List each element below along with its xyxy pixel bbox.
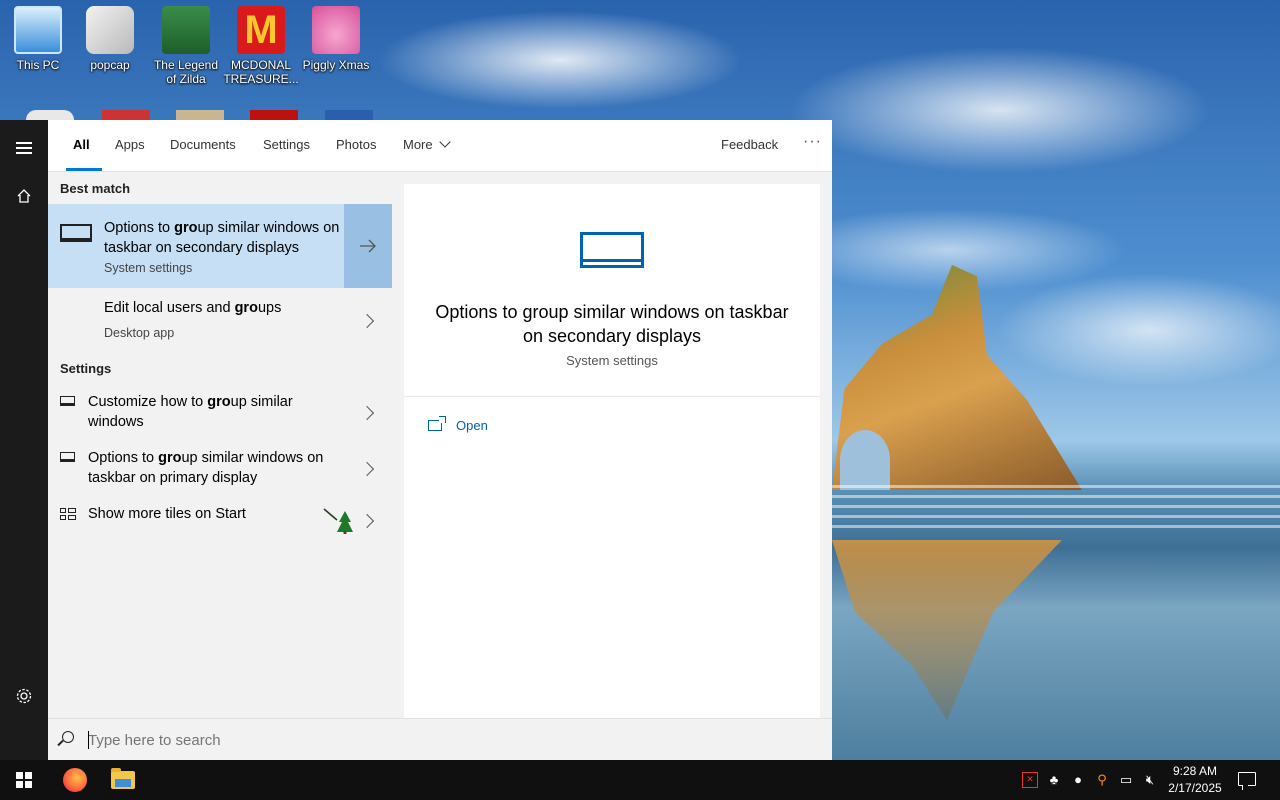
- preview-subtitle: System settings: [566, 353, 658, 368]
- search-panel: All Apps Documents Settings Photos More …: [48, 120, 832, 760]
- title-text: Show more tiles on Start: [88, 506, 246, 522]
- wallpaper-rock-arch: [840, 430, 890, 490]
- title-match: gro: [234, 300, 258, 316]
- settings-result-more-tiles[interactable]: Show more tiles on Start: [48, 498, 392, 544]
- desktop-icon-piggly-xmas[interactable]: Piggly Xmas: [298, 0, 374, 72]
- open-action[interactable]: Open: [428, 416, 488, 433]
- results-list: Best match Options to group similar wind…: [48, 172, 392, 718]
- arrow-right-icon: [360, 239, 376, 253]
- open-arrow-button[interactable]: [344, 204, 392, 288]
- text-caret: [88, 731, 89, 749]
- taskbar-file-explorer[interactable]: [99, 760, 147, 800]
- open-external-icon: [428, 416, 446, 431]
- monitor-icon: [60, 396, 75, 406]
- droplet-tray-icon[interactable]: ●: [1070, 772, 1086, 788]
- taskbar-clock[interactable]: 9:28 AM 2/17/2025: [1160, 763, 1230, 797]
- security-tray-icon[interactable]: ✕: [1022, 772, 1038, 788]
- chevron-right-icon[interactable]: [359, 405, 375, 421]
- title-text: ups: [257, 300, 282, 316]
- desktop-icon-label: The Legend of Zilda: [153, 58, 219, 86]
- tab-apps[interactable]: Apps: [115, 137, 145, 152]
- search-icon: [62, 731, 74, 743]
- best-match-subtitle: System settings: [104, 261, 193, 275]
- action-center-icon[interactable]: [1238, 772, 1256, 790]
- network-icon[interactable]: ▭: [1118, 772, 1134, 788]
- preview-divider: [404, 396, 820, 397]
- active-tab-indicator: [66, 168, 102, 171]
- result-title: Edit local users and groups: [104, 298, 364, 318]
- clock-date: 2/17/2025: [1168, 781, 1222, 795]
- search-box[interactable]: [48, 718, 832, 760]
- taskbar-firefox[interactable]: [51, 760, 99, 800]
- firefox-icon: [63, 768, 87, 792]
- tab-more[interactable]: More: [403, 136, 451, 152]
- feedback-link[interactable]: Feedback: [721, 137, 778, 152]
- desktop-icon-label: MCDONAL TREASURE...: [223, 58, 299, 86]
- app-result-edit-local-users[interactable]: Edit local users and groups Desktop app: [48, 292, 392, 350]
- best-match-title: Options to group similar windows on task…: [104, 218, 344, 258]
- title-text: Customize how to: [88, 394, 208, 410]
- pig-icon: [312, 6, 360, 54]
- home-icon[interactable]: [0, 172, 48, 220]
- preview-pane: Options to group similar windows on task…: [404, 184, 820, 718]
- search-tray-icon[interactable]: ⚲: [1094, 772, 1110, 788]
- search-input[interactable]: [88, 727, 788, 753]
- best-match-heading: Best match: [60, 181, 131, 196]
- desktop-icon-label: Piggly Xmas: [302, 58, 370, 72]
- title-text: Options to: [104, 220, 175, 236]
- settings-result-customize-group[interactable]: Customize how to group similar windows: [48, 386, 392, 442]
- start-left-rail: [0, 120, 48, 760]
- desktop-icon-legend-of-zilda[interactable]: The Legend of Zilda: [148, 0, 224, 86]
- desktop-icon-this-pc[interactable]: This PC: [0, 0, 76, 72]
- monitor-icon: [60, 452, 75, 462]
- title-match: gro: [174, 220, 198, 236]
- chevron-down-icon: [438, 136, 451, 148]
- title-text: Edit local users and: [104, 300, 235, 316]
- title-match: gro: [158, 450, 182, 466]
- more-options-icon[interactable]: ···: [803, 133, 822, 151]
- settings-heading: Settings: [60, 361, 112, 376]
- popcap-icon: [86, 6, 134, 54]
- best-match-result[interactable]: Options to group similar windows on task…: [48, 204, 392, 288]
- desktop-icon-mcdonal-treasure[interactable]: M MCDONAL TREASURE...: [223, 0, 299, 86]
- title-match: gro: [207, 394, 231, 410]
- desktop-icon-label: popcap: [90, 58, 130, 72]
- chevron-right-icon[interactable]: [359, 461, 375, 477]
- gear-icon[interactable]: [0, 672, 48, 720]
- tab-all[interactable]: All: [73, 137, 90, 152]
- search-tabs: All Apps Documents Settings Photos More …: [48, 120, 832, 172]
- tab-photos[interactable]: Photos: [336, 137, 376, 152]
- result-title: Show more tiles on Start: [88, 504, 348, 524]
- chevron-right-icon[interactable]: [359, 513, 375, 529]
- monitor-icon: [60, 224, 92, 242]
- clock-time: 9:28 AM: [1172, 764, 1218, 778]
- tab-documents[interactable]: Documents: [170, 137, 236, 152]
- volume-muted-icon[interactable]: 🔇︎: [1142, 772, 1158, 788]
- settings-result-primary-display[interactable]: Options to group similar windows on task…: [48, 442, 392, 498]
- file-explorer-icon: [111, 768, 135, 789]
- taskbar: ✕ ♣ ● ⚲ ▭ 🔇︎ 9:28 AM 2/17/2025: [0, 760, 1280, 800]
- zilda-game-icon: [162, 6, 210, 54]
- open-label: Open: [456, 418, 488, 433]
- start-button[interactable]: [0, 760, 48, 800]
- christmas-tree-cursor-icon: [323, 508, 353, 534]
- start-icon: [16, 772, 32, 788]
- wallpaper-surf: [832, 485, 1280, 535]
- desktop-icon-label: This PC: [16, 58, 60, 72]
- hamburger-icon[interactable]: [0, 124, 48, 172]
- result-title: Options to group similar windows on task…: [88, 448, 348, 488]
- result-title: Customize how to group similar windows: [88, 392, 348, 432]
- title-text: Options to: [88, 450, 159, 466]
- tiles-icon: [60, 508, 76, 520]
- monitor-icon: [580, 232, 644, 268]
- preview-title: Options to group similar windows on task…: [435, 302, 789, 346]
- people-tray-icon[interactable]: ♣: [1046, 772, 1062, 788]
- desktop-icon-popcap[interactable]: popcap: [72, 0, 148, 72]
- tab-settings[interactable]: Settings: [263, 137, 310, 152]
- computer-icon: [14, 6, 62, 54]
- tab-more-label: More: [403, 137, 433, 152]
- mcdonalds-icon: M: [237, 6, 285, 54]
- result-subtitle: Desktop app: [104, 326, 175, 340]
